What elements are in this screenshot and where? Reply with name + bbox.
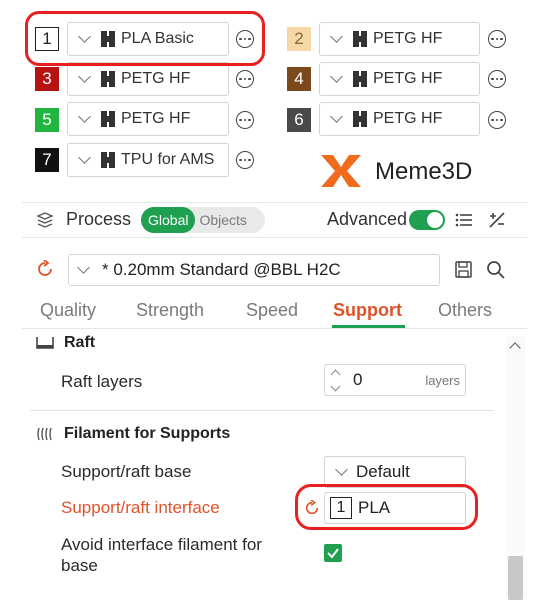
spool-icon [353,31,367,47]
support-raft-base-value: Default [356,462,410,481]
checkmark-icon [327,548,339,559]
filament-slot-3-select[interactable]: PETG HF [67,62,229,96]
spool-icon [353,71,367,87]
raft-layers-spinner[interactable]: 0 layers [324,364,466,396]
support-raft-interface-label: Support/raft interface [61,498,220,517]
filament-slot-3-name: PETG HF [121,70,191,87]
spool-icon [101,71,115,87]
chevron-down-icon [78,151,91,164]
save-icon[interactable] [455,261,472,278]
advanced-label: Advanced [327,209,408,229]
chevron-up-icon[interactable] [330,369,340,379]
scrollbar-thumb[interactable] [508,556,523,600]
reset-icon[interactable] [36,260,54,278]
filament-slot-3-badge[interactable]: 3 [35,67,59,91]
filament-slot-2-badge[interactable]: 2 [287,27,311,51]
tab-quality[interactable]: Quality [40,300,96,321]
chevron-down-icon [330,110,343,123]
filament-slot-6-badge[interactable]: 6 [287,108,311,132]
filament-slot-5-more-icon[interactable] [236,111,254,129]
active-tab-underline [332,325,405,328]
filament-slot-5-badge[interactable]: 5 [35,108,59,132]
raft-layers-value: 0 [353,370,363,389]
chevron-down-icon [335,463,348,476]
global-objects-switch[interactable]: Global Objects [141,207,265,233]
process-preset-select[interactable]: * 0.20mm Standard @BBL H2C [68,254,440,286]
tabs-border [22,328,527,329]
process-preset-value: * 0.20mm Standard @BBL H2C [102,260,341,279]
layers-icon [36,212,54,228]
spinner-arrows[interactable] [325,365,345,395]
tab-strength[interactable]: Strength [136,300,204,321]
avoid-interface-checkbox[interactable] [324,544,342,562]
filament-slot-6-select[interactable]: PETG HF [319,102,480,136]
section-divider [30,410,494,411]
meme3d-logo-icon [321,155,361,187]
list-icon[interactable] [455,212,473,228]
spool-icon [353,111,367,127]
filament-support-icon [37,427,52,441]
highlight-ring-slot-1 [25,11,265,66]
filament-slot-4-name: PETG HF [373,70,443,87]
search-icon[interactable] [486,260,505,279]
chevron-down-icon[interactable] [330,381,340,391]
seg-global[interactable]: Global [141,207,196,233]
chevron-down-icon [78,110,91,123]
tab-support[interactable]: Support [333,300,402,321]
filament-slot-2-name: PETG HF [373,30,443,47]
highlight-ring-interface [295,484,478,530]
filament-slot-7-name: TPU for AMS [121,151,215,168]
filament-slot-6-more-icon[interactable] [488,111,506,129]
raft-icon [36,337,54,349]
spool-icon [101,152,115,168]
filament-slot-2-more-icon[interactable] [488,30,506,48]
raft-layers-unit: layers [425,372,460,388]
filament-slot-5-select[interactable]: PETG HF [67,102,229,136]
filament-slot-4-badge[interactable]: 4 [287,67,311,91]
filament-slot-4-select[interactable]: PETG HF [319,62,480,96]
filament-slot-2-select[interactable]: PETG HF [319,22,480,56]
brand-name: Meme3D [375,158,473,185]
chevron-down-icon [330,30,343,43]
filament-slot-6-name: PETG HF [373,110,443,127]
support-raft-base-label: Support/raft base [61,462,192,481]
filament-slot-7-more-icon[interactable] [236,151,254,169]
filament-slot-5-name: PETG HF [121,110,191,127]
compare-icon[interactable] [487,210,507,230]
filament-slot-7-select[interactable]: TPU for AMS [67,143,229,177]
filament-supports-title: Filament for Supports [64,425,231,442]
chevron-down-icon [78,70,91,83]
advanced-toggle[interactable] [409,210,445,230]
spool-icon [101,111,115,127]
raft-layers-label: Raft layers [61,372,143,391]
chevron-down-icon [330,70,343,83]
filament-slot-7-badge[interactable]: 7 [35,148,59,172]
process-title: Process [66,209,132,229]
chevron-down-icon [77,261,90,274]
avoid-interface-label-line1: Avoid interface filament for [61,535,262,554]
tab-speed[interactable]: Speed [246,300,298,321]
avoid-interface-label-line2: base [61,556,98,575]
tab-others[interactable]: Others [438,300,492,321]
seg-objects[interactable]: Objects [195,212,246,228]
raft-section-title: Raft [64,334,96,351]
filament-slot-4-more-icon[interactable] [488,70,506,88]
filament-slot-3-more-icon[interactable] [236,70,254,88]
